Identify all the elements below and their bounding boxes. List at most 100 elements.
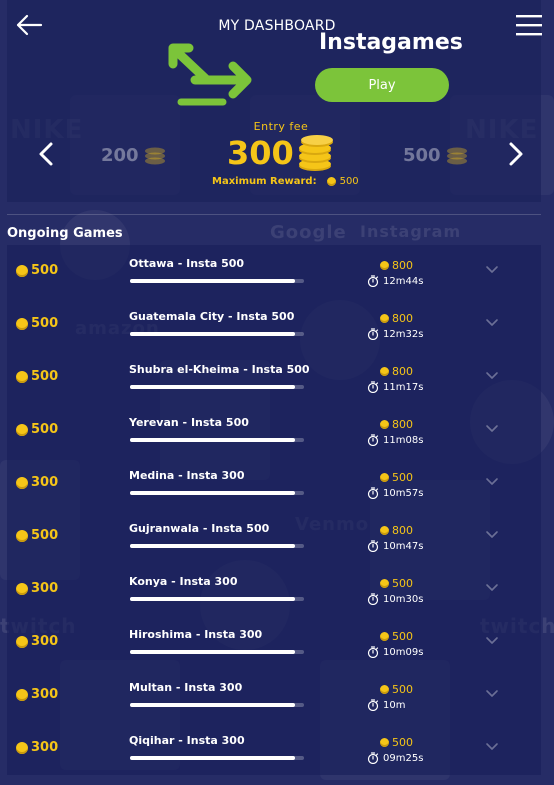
game-entry-fee: 300 xyxy=(16,475,58,490)
game-time-remaining: 12m32s xyxy=(383,328,424,340)
coin-icon xyxy=(380,632,389,641)
game-row[interactable]: 300 Medina - Insta 300 500 10m57s xyxy=(7,457,541,510)
game-row[interactable]: 300 Konya - Insta 300 500 10m30s xyxy=(7,563,541,616)
coin-icon xyxy=(326,177,336,186)
game-time-remaining: 09m25s xyxy=(383,752,424,764)
top-bar: MY DASHBOARD xyxy=(0,0,554,52)
game-entry-fee: 300 xyxy=(16,634,58,649)
game-timer: 10m30s xyxy=(367,593,423,605)
coin-icon xyxy=(16,264,28,277)
game-entry-fee-value: 500 xyxy=(31,369,59,384)
game-reward-value: 800 xyxy=(392,418,413,431)
game-entry-fee-value: 500 xyxy=(31,528,59,543)
game-row[interactable]: 300 Hiroshima - Insta 300 500 10m09s xyxy=(7,616,541,669)
game-row[interactable]: 500 Ottawa - Insta 500 800 12m44s xyxy=(7,245,541,298)
game-progress-bar xyxy=(130,438,304,442)
game-entry-fee: 500 xyxy=(16,316,58,331)
game-reward: 500 xyxy=(380,630,413,643)
game-name: Yerevan - Insta 500 xyxy=(129,416,249,429)
maximum-reward: Maximum Reward: 500 xyxy=(212,176,359,187)
game-row[interactable]: 500 Yerevan - Insta 500 800 11m08s xyxy=(7,404,541,457)
game-progress-fill xyxy=(130,385,296,389)
page-title: MY DASHBOARD xyxy=(218,18,336,34)
game-timer: 12m32s xyxy=(367,328,423,340)
game-reward: 500 xyxy=(380,683,413,696)
chevron-down-icon[interactable] xyxy=(485,318,499,328)
entry-fee-value: 300 xyxy=(227,134,294,172)
game-reward: 500 xyxy=(380,736,413,749)
game-reward-value: 500 xyxy=(392,683,413,696)
coin-icon xyxy=(380,261,389,270)
entry-fee-label: Entry fee xyxy=(253,120,309,133)
game-progress-fill xyxy=(130,491,296,495)
coin-icon xyxy=(16,370,28,383)
stopwatch-icon xyxy=(367,593,379,605)
chevron-down-icon[interactable] xyxy=(485,477,499,487)
coin-icon xyxy=(380,738,389,747)
game-name: Multan - Insta 300 xyxy=(129,681,243,694)
game-timer: 11m08s xyxy=(367,434,423,446)
game-entry-fee-value: 500 xyxy=(31,316,59,331)
game-progress-fill xyxy=(130,597,296,601)
game-progress-bar xyxy=(130,279,304,283)
game-progress-fill xyxy=(130,544,296,548)
game-name: Shubra el-Kheima - Insta 500 xyxy=(129,363,310,376)
game-progress-fill xyxy=(130,703,296,707)
game-row[interactable]: 300 Multan - Insta 300 500 10m xyxy=(7,669,541,722)
game-entry-fee-value: 300 xyxy=(31,687,59,702)
chevron-down-icon[interactable] xyxy=(485,424,499,434)
stopwatch-icon xyxy=(367,487,379,499)
coin-icon xyxy=(16,688,28,701)
game-time-remaining: 10m47s xyxy=(383,540,424,552)
chevron-down-icon[interactable] xyxy=(485,689,499,699)
game-timer: 11m17s xyxy=(367,381,423,393)
game-timer: 10m09s xyxy=(367,646,423,658)
next-fee-chevron-icon[interactable] xyxy=(503,140,527,168)
game-name: Hiroshima - Insta 300 xyxy=(129,628,263,641)
chevron-down-icon[interactable] xyxy=(485,583,499,593)
game-progress-bar xyxy=(130,385,304,389)
game-timer: 10m47s xyxy=(367,540,423,552)
game-row[interactable]: 300 Qiqihar - Insta 300 500 09m25s xyxy=(7,722,541,775)
game-entry-fee-value: 300 xyxy=(31,581,59,596)
game-reward-value: 800 xyxy=(392,365,413,378)
game-name: Konya - Insta 300 xyxy=(129,575,238,588)
game-reward-value: 800 xyxy=(392,524,413,537)
stopwatch-icon xyxy=(367,275,379,287)
coin-icon xyxy=(16,317,28,330)
next-fee-option[interactable]: 500 xyxy=(403,145,468,166)
game-progress-fill xyxy=(130,756,296,760)
game-name: Medina - Insta 300 xyxy=(129,469,245,482)
game-reward-value: 800 xyxy=(392,312,413,325)
game-row[interactable]: 500 Gujranwala - Insta 500 800 10m47s xyxy=(7,510,541,563)
chevron-down-icon[interactable] xyxy=(485,371,499,381)
game-row[interactable]: 500 Guatemala City - Insta 500 800 12m32… xyxy=(7,298,541,351)
game-entry-fee: 500 xyxy=(16,263,58,278)
previous-fee-chevron-icon[interactable] xyxy=(35,140,59,168)
game-row[interactable]: 500 Shubra el-Kheima - Insta 500 800 11m… xyxy=(7,351,541,404)
game-progress-bar xyxy=(130,650,304,654)
hamburger-menu-icon[interactable] xyxy=(516,14,542,36)
game-progress-fill xyxy=(130,279,296,283)
game-time-remaining: 10m57s xyxy=(383,487,424,499)
game-reward-value: 800 xyxy=(392,259,413,272)
game-entry-fee-value: 500 xyxy=(31,422,59,437)
play-button[interactable]: Play xyxy=(315,68,449,102)
coin-icon xyxy=(16,741,28,754)
game-reward: 800 xyxy=(380,312,413,325)
game-entry-fee: 500 xyxy=(16,528,58,543)
chevron-down-icon[interactable] xyxy=(485,265,499,275)
game-progress-bar xyxy=(130,703,304,707)
game-reward: 800 xyxy=(380,524,413,537)
chevron-down-icon[interactable] xyxy=(485,530,499,540)
chevron-down-icon[interactable] xyxy=(485,742,499,752)
game-reward-value: 500 xyxy=(392,471,413,484)
game-reward: 500 xyxy=(380,577,413,590)
game-time-remaining: 10m09s xyxy=(383,646,424,658)
previous-fee-option[interactable]: 200 xyxy=(101,145,166,166)
maximum-reward-label: Maximum Reward: xyxy=(212,176,317,187)
chevron-down-icon[interactable] xyxy=(485,636,499,646)
stopwatch-icon xyxy=(367,540,379,552)
game-name: Qiqihar - Insta 300 xyxy=(129,734,245,747)
game-reward-value: 500 xyxy=(392,736,413,749)
